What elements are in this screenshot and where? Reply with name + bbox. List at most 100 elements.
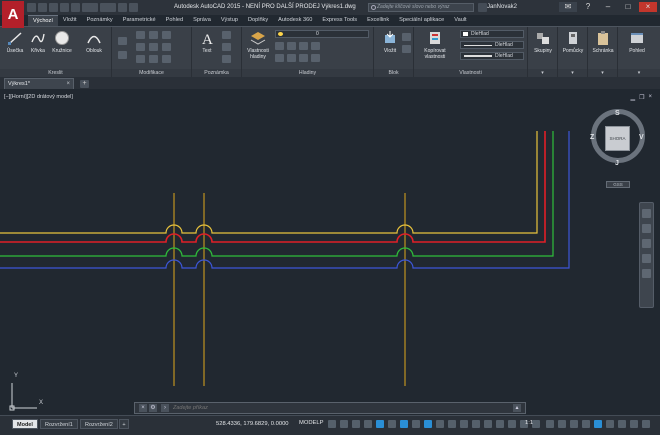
tab-parametricke[interactable]: Parametrické: [118, 15, 161, 26]
polyline-button[interactable]: Křivka: [27, 30, 49, 54]
layer-freeze-icon[interactable]: [299, 42, 308, 50]
gizmo-icon[interactable]: [508, 420, 516, 428]
clean-screen-icon[interactable]: [630, 420, 638, 428]
pan-icon[interactable]: [642, 224, 651, 233]
move-icon[interactable]: [136, 31, 145, 39]
layer-dropdown[interactable]: 0: [275, 30, 369, 38]
undo-icon[interactable]: [82, 3, 98, 12]
selection-filter-icon[interactable]: [496, 420, 504, 428]
maximize-button[interactable]: □: [619, 2, 637, 12]
polar-tracking-icon[interactable]: [388, 420, 396, 428]
zoom-icon[interactable]: [642, 239, 651, 248]
trim-icon[interactable]: [162, 31, 171, 39]
layer-thaw-icon[interactable]: [311, 54, 320, 62]
command-line[interactable]: × ⚙ › ▴: [134, 402, 526, 414]
panel-clipboard-label[interactable]: ▾: [588, 69, 617, 77]
grid-icon[interactable]: [328, 420, 336, 428]
save-as-icon[interactable]: [60, 3, 69, 12]
text-button[interactable]: A Text: [196, 30, 218, 54]
drawing-area[interactable]: [−][Horní][2D drátový model] ▁ ❐ ×: [0, 90, 660, 415]
tab-sprava[interactable]: Správa: [188, 15, 216, 26]
tab-vlozit[interactable]: Vložit: [58, 15, 82, 26]
layer-properties-button[interactable]: Vlastnosti hladiny: [245, 30, 271, 60]
wcs-menu[interactable]: GSS: [606, 181, 630, 188]
tab-poznamky[interactable]: Poznámky: [82, 15, 118, 26]
insert-block-button[interactable]: Vložit: [378, 30, 402, 54]
panel-utilities-label[interactable]: ▾: [558, 69, 587, 77]
new-tab-button[interactable]: +: [80, 80, 89, 88]
panel-block-label[interactable]: Blok: [374, 69, 413, 77]
tab-autodesk-360[interactable]: Autodesk 360: [273, 15, 317, 26]
scale-icon[interactable]: [149, 55, 158, 63]
object-snap-tracking-icon[interactable]: [412, 420, 420, 428]
workspace-icon[interactable]: [546, 420, 554, 428]
layer-unisolate-icon[interactable]: [299, 54, 308, 62]
stretch-icon[interactable]: [136, 55, 145, 63]
table-icon[interactable]: [222, 55, 231, 63]
line-button[interactable]: Úsečka: [4, 30, 26, 54]
layer-isolate-icon[interactable]: [287, 42, 296, 50]
help-icon[interactable]: ?: [579, 2, 597, 12]
panel-properties-label[interactable]: Vlastnosti: [414, 69, 527, 77]
file-tab-vykres1[interactable]: Výkres1* ×: [4, 78, 74, 89]
new-icon[interactable]: [27, 3, 36, 12]
selection-cycling-icon[interactable]: [460, 420, 468, 428]
array-icon[interactable]: [162, 55, 171, 63]
hardware-acceleration-icon[interactable]: [618, 420, 626, 428]
isolate-objects-icon[interactable]: [606, 420, 614, 428]
search-input[interactable]: Zadejte klíčové slovo nebo výraz: [368, 3, 474, 12]
panel-modify-label[interactable]: Modifikace: [112, 69, 191, 77]
erase-icon[interactable]: [118, 37, 127, 45]
layout-tab-rozvrzeni1[interactable]: Rozvržení1: [40, 419, 78, 429]
units-icon[interactable]: [570, 420, 578, 428]
leader-icon[interactable]: [222, 43, 231, 51]
viewport-restore-icon[interactable]: ❐: [639, 94, 644, 101]
viewport-minimize-icon[interactable]: ▁: [630, 94, 635, 101]
edit-block-icon[interactable]: [402, 45, 411, 53]
command-close-icon[interactable]: ×: [139, 404, 147, 412]
application-menu-button[interactable]: A: [2, 1, 24, 28]
auto-scale-icon[interactable]: [532, 420, 540, 428]
tab-specialni-aplikace[interactable]: Speciální aplikace: [394, 15, 449, 26]
viewport-controls-label[interactable]: [−][Horní][2D drátový model]: [4, 94, 73, 100]
model-space-toggle[interactable]: MODELP: [299, 420, 323, 426]
transparency-icon[interactable]: [448, 420, 456, 428]
3d-osnap-icon[interactable]: [472, 420, 480, 428]
fillet-icon[interactable]: [162, 43, 171, 51]
panel-groups-label[interactable]: ▾: [528, 69, 557, 77]
command-input[interactable]: [173, 405, 503, 412]
annotation-scale[interactable]: 1:1: [525, 420, 533, 426]
exchange-icon[interactable]: ✉: [559, 2, 577, 12]
close-button[interactable]: ×: [639, 2, 657, 12]
showmotion-icon[interactable]: [642, 269, 651, 278]
tab-vychozi[interactable]: Výchozí: [28, 15, 58, 26]
clipboard-button[interactable]: Schránka: [592, 30, 614, 54]
close-tab-icon[interactable]: ×: [66, 79, 70, 89]
add-layout-icon[interactable]: +: [119, 419, 129, 429]
layer-previous-icon[interactable]: [287, 54, 296, 62]
save-icon[interactable]: [49, 3, 58, 12]
viewport-close-icon[interactable]: ×: [648, 94, 652, 101]
panel-layers-label[interactable]: Hladiny: [242, 69, 373, 77]
open-icon[interactable]: [38, 3, 47, 12]
compass-east[interactable]: V: [639, 134, 644, 141]
dynamic-input-icon[interactable]: [364, 420, 372, 428]
lineweight-icon[interactable]: [436, 420, 444, 428]
isodraft-icon[interactable]: [400, 420, 408, 428]
quick-properties-icon[interactable]: [582, 420, 590, 428]
create-block-icon[interactable]: [402, 33, 411, 41]
redo-icon[interactable]: [100, 3, 116, 12]
rotate-icon[interactable]: [149, 31, 158, 39]
groups-button[interactable]: Skupiny: [532, 30, 554, 54]
tab-doplnky[interactable]: Doplňky: [243, 15, 273, 26]
panel-view-label[interactable]: ▾: [618, 69, 660, 77]
orbit-icon[interactable]: [642, 254, 651, 263]
layout-tab-model[interactable]: Model: [12, 419, 38, 429]
color-dropdown[interactable]: DleHlad: [460, 30, 524, 38]
tab-pohled[interactable]: Pohled: [161, 15, 188, 26]
plot-icon[interactable]: [71, 3, 80, 12]
dimension-icon[interactable]: [222, 31, 231, 39]
infer-constraints-icon[interactable]: [352, 420, 360, 428]
command-settings-icon[interactable]: ⚙: [149, 404, 157, 412]
explode-icon[interactable]: [118, 51, 127, 59]
